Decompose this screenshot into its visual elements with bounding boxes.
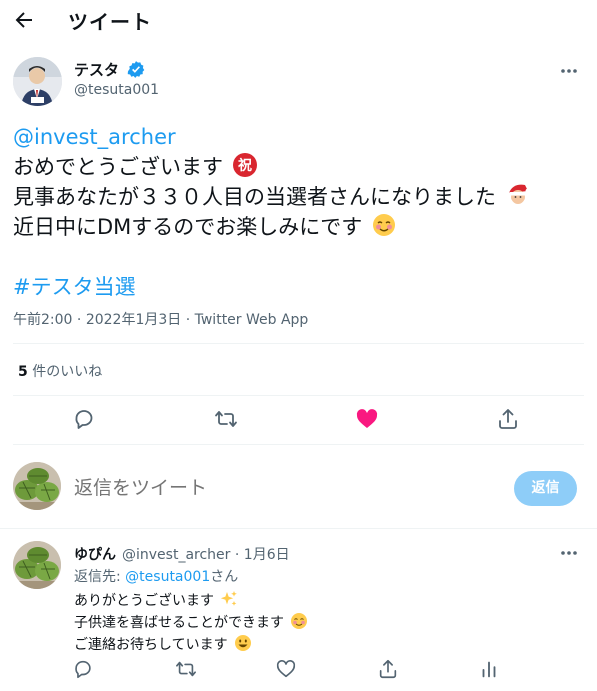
food-photo-icon <box>13 462 61 510</box>
like-filled-icon[interactable] <box>355 407 379 431</box>
divider <box>0 528 597 529</box>
reply-author-avatar[interactable] <box>13 541 61 589</box>
congratulations-emoji-icon: 祝 <box>232 153 257 177</box>
divider <box>13 395 584 396</box>
hashtag-link[interactable]: #テスタ当選 <box>13 275 136 299</box>
reply-icon[interactable] <box>72 407 96 431</box>
sparkles-emoji-icon <box>221 591 238 606</box>
smiling-face-emoji-icon <box>291 613 308 629</box>
reply-date[interactable]: 1月6日 <box>244 547 290 563</box>
reply-input[interactable] <box>74 474 494 502</box>
reply-author-handle[interactable]: @invest_archer <box>122 547 230 563</box>
replying-to: 返信先: @tesuta001さん <box>74 569 239 585</box>
person-photo-icon <box>13 57 62 106</box>
reply-author-name[interactable]: ゆぴん <box>74 544 116 564</box>
food-photo-icon <box>13 541 61 589</box>
share-icon[interactable] <box>377 658 399 680</box>
tweet-timestamp: 午前2:00 · 2022年1月3日 · Twitter Web App <box>13 312 309 328</box>
page-title: ツイート <box>68 10 152 34</box>
divider <box>13 343 584 344</box>
like-icon[interactable] <box>275 658 297 680</box>
current-user-avatar[interactable] <box>13 462 61 510</box>
reply-icon[interactable] <box>72 658 94 680</box>
author-avatar[interactable] <box>13 57 62 106</box>
santa-emoji-icon <box>508 184 531 206</box>
svg-text:祝: 祝 <box>238 157 252 174</box>
tweet-time[interactable]: 午前2:00 <box>13 312 72 328</box>
tweet-source[interactable]: Twitter Web App <box>195 312 309 328</box>
tweet-text: @invest_archer おめでとうございます 祝 見事あなたが３３０人目の… <box>13 122 588 302</box>
arrow-left-icon[interactable] <box>12 8 36 32</box>
smiling-face-emoji-icon <box>372 214 395 236</box>
divider <box>13 444 584 445</box>
author-handle[interactable]: @tesuta001 <box>74 82 159 98</box>
grinning-face-emoji-icon <box>235 635 252 651</box>
share-icon[interactable] <box>496 407 520 431</box>
author-name[interactable]: テスタ <box>74 59 145 80</box>
retweet-icon[interactable] <box>214 407 238 431</box>
tweet-date[interactable]: 2022年1月3日 <box>86 312 181 328</box>
more-options-icon[interactable] <box>558 60 580 82</box>
more-options-icon[interactable] <box>558 542 580 564</box>
replying-to-link[interactable]: @tesuta001 <box>125 569 210 585</box>
top-header: ツイート <box>0 0 597 40</box>
mention-link[interactable]: @invest_archer <box>13 125 176 149</box>
reply-author-meta: @invest_archer · 1月6日 <box>122 547 290 563</box>
reply-button[interactable]: 返信 <box>514 471 577 506</box>
likes-count[interactable]: 5 件のいいね <box>18 361 102 381</box>
tweet-line: おめでとうございます <box>13 155 223 179</box>
reply-text: ありがとうございます 子供達を喜ばせることができます ご連絡お待ちしています <box>74 590 308 656</box>
verified-badge-icon <box>128 61 145 78</box>
tweet-line: 近日中にDMするのでお楽しみにです <box>13 215 363 239</box>
tweet-line: 見事あなたが３３０人目の当選者さんになりました <box>13 185 496 209</box>
analytics-icon[interactable] <box>478 658 500 680</box>
retweet-icon[interactable] <box>175 658 197 680</box>
